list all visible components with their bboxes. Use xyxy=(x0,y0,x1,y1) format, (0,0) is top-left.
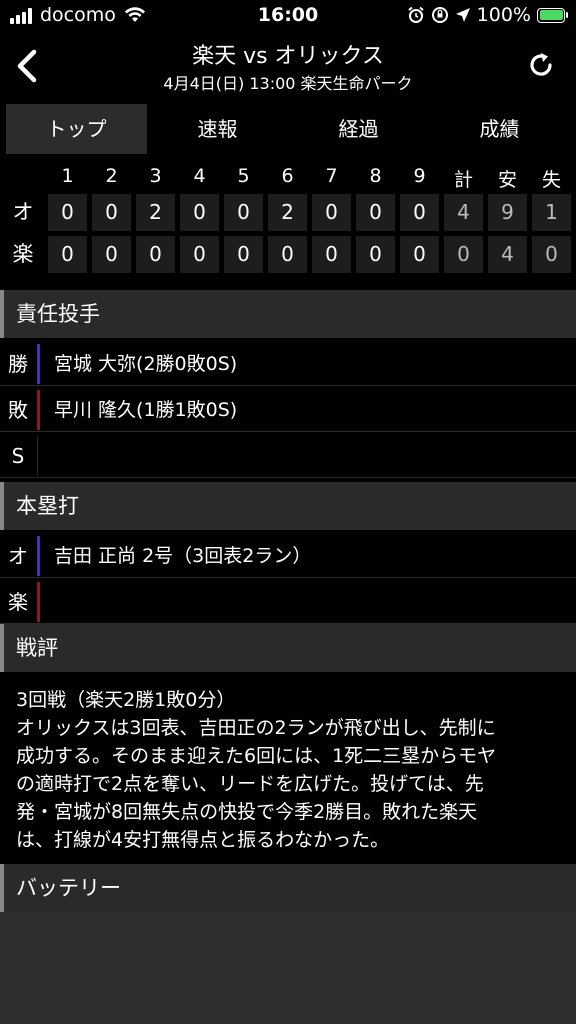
section-accent-bar xyxy=(0,624,4,672)
hits-header: 安 xyxy=(497,169,517,191)
visitor-total-runs: 4 xyxy=(444,194,483,231)
game-review-text: 3回戦（楽天2勝1敗0分） オリックスは3回表、吉田正の2ランが飛び出し、先制に… xyxy=(16,686,564,854)
refresh-icon[interactable] xyxy=(526,50,556,80)
home-score-cell: 0 xyxy=(48,236,87,273)
visitor-homerun-label: オ xyxy=(8,544,28,568)
location-icon xyxy=(455,8,470,22)
pitchers-section-title: 責任投手 xyxy=(16,302,100,326)
orientation-lock-icon xyxy=(431,7,448,23)
tab-stats[interactable]: 成績 xyxy=(429,104,570,154)
battery-percent: 100% xyxy=(476,4,531,26)
team-color-stripe xyxy=(37,536,40,576)
home-score-cell: 0 xyxy=(224,236,263,273)
visitor-score-cell: 0 xyxy=(356,194,395,231)
home-homerun-label: 楽 xyxy=(8,590,28,614)
inning-header: 7 xyxy=(325,165,338,187)
inning-header: 9 xyxy=(413,165,426,187)
losing-pitcher-row: 敗 早川 隆久(1勝1敗0S) xyxy=(0,388,576,432)
home-homerun-row: 楽 xyxy=(0,580,576,624)
row-divider xyxy=(37,436,38,476)
game-subtitle: 4月4日(日) 13:00 楽天生命パーク xyxy=(163,74,413,93)
home-team-label: 楽 xyxy=(12,242,34,266)
total-runs-header: 計 xyxy=(453,169,473,191)
status-bar: docomo 16:00 100% xyxy=(0,0,576,32)
review-line: 3回戦（楽天2勝1敗0分） xyxy=(16,689,236,711)
visitor-score-cell: 0 xyxy=(180,194,219,231)
review-line: オリックスは3回表、吉田正の2ランが飛び出し、先制に xyxy=(16,717,496,739)
inning-header: 2 xyxy=(105,165,118,187)
battery-section-header: バッテリー xyxy=(0,864,576,912)
errors-header: 失 xyxy=(541,169,561,191)
section-accent-bar xyxy=(0,864,4,912)
home-hits: 4 xyxy=(488,236,527,273)
status-right: 100% xyxy=(407,4,568,26)
game-title: 楽天 vs オリックス xyxy=(192,44,384,69)
alarm-icon xyxy=(408,6,424,23)
battery-section-title: バッテリー xyxy=(16,876,121,900)
pitchers-section-header: 責任投手 xyxy=(0,290,576,338)
visitor-score-cell: 0 xyxy=(48,194,87,231)
team-color-stripe xyxy=(37,582,40,622)
home-errors: 0 xyxy=(532,236,571,273)
review-line: 成功する。そのまま迎えた6回には、1死二三塁からモヤ xyxy=(16,745,497,767)
inning-header: 5 xyxy=(237,165,250,187)
section-accent-bar xyxy=(0,290,4,338)
team-color-stripe xyxy=(37,344,40,384)
visitor-score-cell: 0 xyxy=(92,194,131,231)
visitor-homerun-row: オ 吉田 正尚 2号（3回表2ラン） xyxy=(0,534,576,578)
home-score-cell: 0 xyxy=(92,236,131,273)
battery-section-body xyxy=(0,912,576,1024)
team-color-stripe xyxy=(37,390,40,430)
tab-progress[interactable]: 経過 xyxy=(288,104,429,154)
inning-header: 4 xyxy=(193,165,206,187)
save-pitcher-label: S xyxy=(11,444,25,468)
home-score-cell: 0 xyxy=(356,236,395,273)
visitor-score-cell: 0 xyxy=(400,194,439,231)
losing-pitcher-name: 早川 隆久(1勝1敗0S) xyxy=(54,399,238,421)
home-score-cell: 0 xyxy=(268,236,307,273)
visitor-homerun-text: 吉田 正尚 2号（3回表2ラン） xyxy=(54,545,312,567)
visitor-score-cell: 2 xyxy=(268,194,307,231)
inning-header: 6 xyxy=(281,165,294,187)
visitor-errors: 1 xyxy=(532,194,571,231)
tab-top[interactable]: トップ xyxy=(6,104,147,154)
tab-live[interactable]: 速報 xyxy=(147,104,288,154)
visitor-score-cell: 0 xyxy=(224,194,263,231)
inning-header: 3 xyxy=(149,165,162,187)
inning-header: 8 xyxy=(369,165,382,187)
visitor-hits: 9 xyxy=(488,194,527,231)
winning-pitcher-name: 宮城 大弥(2勝0敗0S) xyxy=(54,353,238,375)
losing-pitcher-label: 敗 xyxy=(8,398,28,422)
tab-bar: トップ 速報 経過 成績 xyxy=(6,104,570,154)
winning-pitcher-row: 勝 宮城 大弥(2勝0敗0S) xyxy=(0,342,576,386)
homerun-section-header: 本塁打 xyxy=(0,482,576,530)
homerun-section-title: 本塁打 xyxy=(16,494,79,518)
review-line: の適時打で2点を奪い、リードを広げた。投げては、先 xyxy=(16,773,484,795)
review-section-title: 戦評 xyxy=(16,636,58,660)
review-section-header: 戦評 xyxy=(0,624,576,672)
review-line: 発・宮城が8回無失点の快投で今季2勝目。敗れた楽天 xyxy=(16,801,478,823)
save-pitcher-row: S xyxy=(0,434,576,478)
visitor-score-cell: 0 xyxy=(312,194,351,231)
home-total-runs: 0 xyxy=(444,236,483,273)
home-score-cell: 0 xyxy=(180,236,219,273)
inning-header: 1 xyxy=(61,165,74,187)
battery-icon xyxy=(537,7,568,23)
home-score-cell: 0 xyxy=(400,236,439,273)
review-line: は、打線が4安打無得点と振るわなかった。 xyxy=(16,829,390,851)
nav-bar: 楽天 vs オリックス 4月4日(日) 13:00 楽天生命パーク xyxy=(0,32,576,98)
section-accent-bar xyxy=(0,482,4,530)
home-score-cell: 0 xyxy=(312,236,351,273)
visitor-score-cell: 2 xyxy=(136,194,175,231)
visitor-team-label: オ xyxy=(12,200,34,224)
home-score-cell: 0 xyxy=(136,236,175,273)
winning-pitcher-label: 勝 xyxy=(8,352,28,376)
